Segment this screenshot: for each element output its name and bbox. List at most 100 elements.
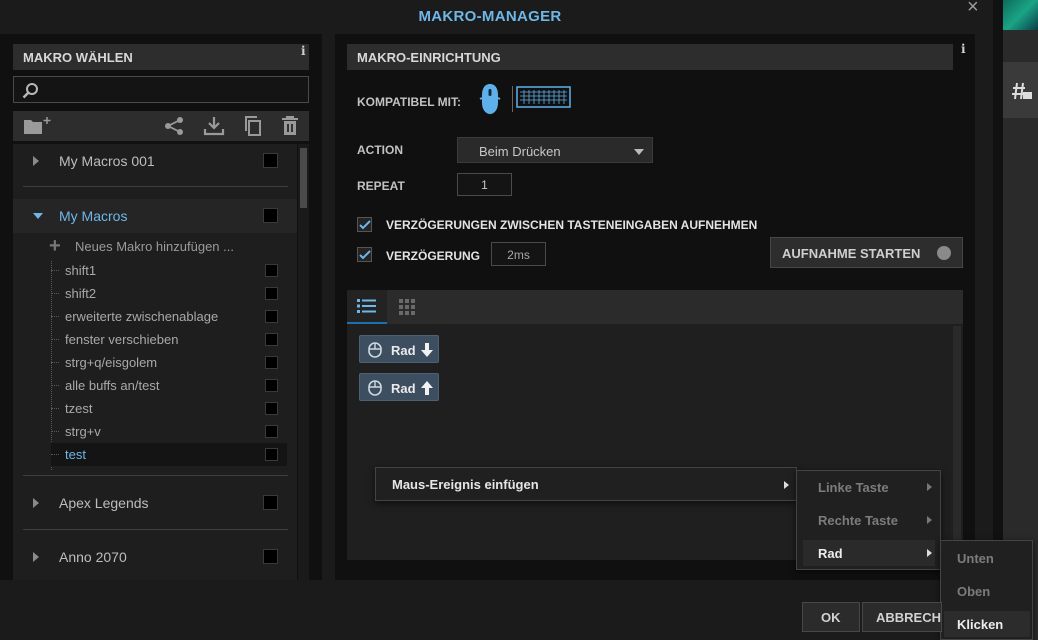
menu-item-wheel-click[interactable]: Klicken [944,611,1030,637]
delay-checkbox[interactable] [357,247,372,262]
tree-connector [51,362,59,363]
macro-search-input[interactable] [13,76,309,103]
menu-item-label: Unten [957,551,994,566]
macro-item-label: erweiterte zwischenablage [65,309,219,324]
add-macro-button[interactable]: + Neues Makro hinzufügen ... [49,236,289,258]
menu-item-left-button[interactable]: Linke Taste [803,474,935,500]
macro-item[interactable]: shift2 [51,282,287,305]
tree-connector [51,454,59,455]
macro-setup-header: MAKRO-EINRICHTUNG [347,44,953,70]
macro-item-checkbox[interactable] [265,310,278,323]
action-dropdown[interactable]: Beim Drücken [457,137,653,163]
delay-label: VERZÖGERUNG [386,249,481,263]
macro-item-label: test [65,447,86,462]
event-list-scrollbar[interactable] [953,326,961,560]
tree-connector [51,316,59,317]
macro-item-checkbox[interactable] [265,425,278,438]
macro-item-checkbox[interactable] [265,356,278,369]
submenu-arrow-icon [927,483,932,491]
info-icon[interactable]: i [301,44,306,58]
macro-item-checkbox[interactable] [265,379,278,392]
divider [23,475,288,476]
keyboard-device-icon [516,86,571,108]
record-delays-checkbox[interactable] [357,217,372,232]
macro-item-checkbox[interactable] [265,287,278,300]
compatible-label: KOMPATIBEL MIT: [357,95,461,109]
delete-icon[interactable] [279,116,301,136]
menu-item-wheel-up[interactable]: Oben [944,578,1030,604]
macro-item-checkbox[interactable] [265,402,278,415]
macro-group-checkbox[interactable] [263,549,278,564]
macro-group[interactable]: Anno 2070 [13,540,297,574]
import-icon[interactable] [203,116,225,136]
view-tabs [347,290,963,324]
macro-group[interactable]: My Macros [13,199,297,233]
expand-arrow-icon[interactable] [33,156,39,166]
macro-item-selected[interactable]: test [51,443,287,466]
macro-group-checkbox[interactable] [263,495,278,510]
start-recording-button[interactable]: AUFNAHME STARTEN [770,237,963,268]
menu-item-wheel[interactable]: Rad [803,540,935,566]
tree-connector [51,431,59,432]
macro-item-label: shift2 [65,286,97,301]
search-icon [22,83,38,99]
delay-input[interactable]: 2ms [491,242,546,266]
expand-arrow-icon[interactable] [33,552,39,562]
macro-group-label: My Macros 001 [59,153,155,169]
grid-view-icon[interactable] [398,298,416,316]
macro-group-label: Apex Legends [59,495,149,511]
macro-group[interactable]: My Macros 001 [13,144,297,178]
menu-item-wheel-down[interactable]: Unten [944,545,1030,571]
chevron-down-icon [634,149,644,155]
copy-icon[interactable] [242,116,264,136]
menu-item-label: Linke Taste [818,480,889,495]
macro-item-checkbox[interactable] [265,448,278,461]
insert-mouse-event-item[interactable]: Maus-Ereignis einfügen [392,477,539,492]
submenu-arrow-icon [927,516,932,524]
new-folder-icon[interactable] [23,116,55,136]
start-recording-label: AUFNAHME STARTEN [782,246,921,261]
menu-item-label: Rad [818,546,843,561]
share-icon[interactable] [163,116,185,136]
macro-item-checkbox[interactable] [265,333,278,346]
macro-item[interactable]: fenster verschieben [51,328,287,351]
macro-item[interactable]: alle buffs an/test [51,374,287,397]
scrollbar-thumb[interactable] [300,148,307,208]
macro-item[interactable]: strg+v [51,420,287,443]
info-icon[interactable]: i [961,42,966,56]
repeat-input[interactable]: 1 [457,173,512,196]
macro-select-header: MAKRO WÄHLEN [13,44,309,70]
macro-item[interactable]: tzest [51,397,287,420]
macro-item[interactable]: shift1 [51,259,287,282]
repeat-label: REPEAT [357,179,405,193]
collapse-arrow-icon[interactable] [33,213,43,219]
action-value: Beim Drücken [479,144,561,159]
macro-tree-scrollbar[interactable] [298,144,309,580]
macro-item[interactable]: strg+q/eisgolem [51,351,287,374]
close-icon[interactable]: × [967,0,979,19]
tree-connector [51,339,59,340]
wheel-submenu: Unten Oben Klicken [940,540,1033,640]
list-view-icon [357,299,376,313]
submenu-arrow-icon [784,481,789,489]
tree-connector [51,270,59,271]
ok-button[interactable]: OK [802,602,860,632]
tab-list-view[interactable] [347,290,387,324]
cancel-button[interactable]: ABBRECH [862,602,942,632]
macro-item-label: tzest [65,401,93,416]
macro-group-checkbox[interactable] [263,153,278,168]
macro-item-checkbox[interactable] [265,264,278,277]
menu-item-right-button[interactable]: Rechte Taste [803,507,935,533]
expand-arrow-icon[interactable] [33,498,39,508]
mouse-icon [368,380,382,396]
macro-event-wheel-down[interactable]: Rad [359,335,439,363]
macro-item[interactable]: erweiterte zwischenablage [51,305,287,328]
menu-item-label: Rechte Taste [818,513,898,528]
macro-group-checkbox[interactable] [263,208,278,223]
tree-connector [51,408,59,409]
macro-select-title: MAKRO WÄHLEN [23,50,133,65]
macro-item-label: alle buffs an/test [65,378,160,393]
arrow-down-icon [421,343,433,357]
macro-group[interactable]: Apex Legends [13,486,297,520]
macro-event-wheel-up[interactable]: Rad [359,373,439,401]
